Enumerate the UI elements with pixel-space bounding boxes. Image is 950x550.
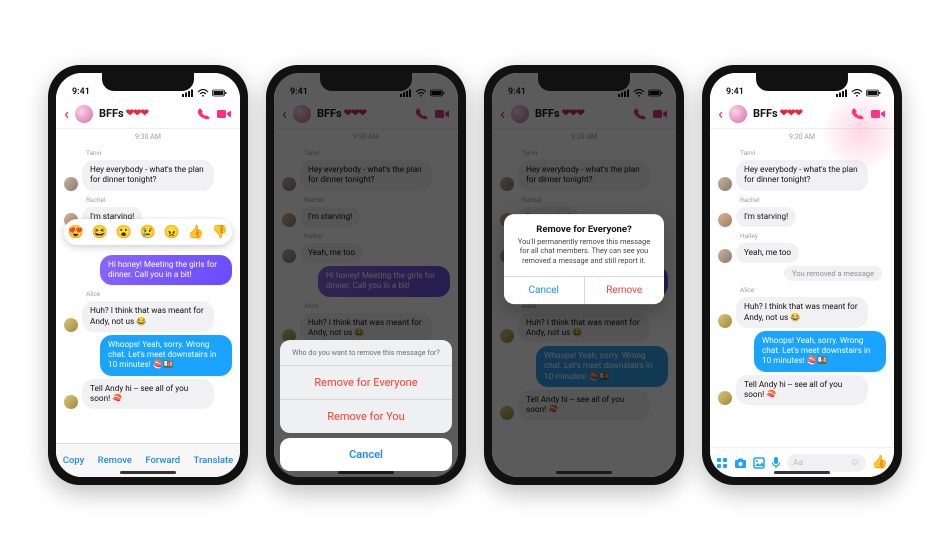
phone-frame-3: 9:41 ‹ BFFs ❤❤❤ 9:30 AM T [484,65,684,485]
chat-header: ‹ BFFs ❤❤❤ [710,99,894,129]
audio-call-button[interactable] [850,107,864,121]
reaction-wow[interactable]: 😮 [116,225,132,240]
message-bubble[interactable]: Yeah, me too [736,243,799,263]
wifi-icon [197,89,209,97]
removed-message-indicator: You removed a message [784,266,882,281]
sender-label: Rachel [86,196,232,204]
avatar[interactable] [718,249,732,263]
context-remove[interactable]: Remove [98,455,132,466]
emoji-icon[interactable]: ☺ [850,457,860,468]
video-call-button[interactable] [870,108,886,120]
screen-1: 9:41 ‹ BFFs ❤❤❤ 9:30 AM [56,73,240,477]
notch [320,73,412,91]
sheet-cancel-button[interactable]: Cancel [280,438,452,471]
avatar[interactable] [718,213,732,227]
composer-apps-icon[interactable] [716,457,728,469]
sender-label: Alice [740,286,886,294]
alert-remove-button[interactable]: Remove [585,277,665,304]
composer-camera-icon[interactable] [734,457,747,469]
phone-frame-2: 9:41 ‹ BFFs ❤❤❤ 9:30 AM T [266,65,466,485]
alert-cancel-button[interactable]: Cancel [504,277,585,304]
chat-header: ‹ BFFs ❤❤❤ [56,99,240,129]
reaction-love[interactable]: 😍 [68,225,84,240]
battery-icon [866,89,882,97]
status-time: 9:41 [726,87,744,97]
notch [756,73,848,91]
chat-title-text: BFFs [99,107,124,120]
message-bubble[interactable]: Tell Andy hi -- see all of you soon! 🍣 [736,375,868,406]
home-indicator[interactable] [120,471,176,474]
sheet-header: Who do you want to remove this message f… [280,340,452,366]
chat-title[interactable]: BFFs ❤❤❤ [99,107,148,120]
reaction-dislike[interactable]: 👎 [212,225,228,240]
timestamp: 9:30 AM [710,129,894,145]
avatar[interactable] [64,395,78,409]
message-bubble[interactable]: Huh? I think that was meant for Andy, no… [736,297,868,328]
sender-label: Alice [86,290,232,298]
message-bubble-own[interactable]: Whoops! Yeah, sorry. Wrong chat. Let's m… [100,335,232,376]
reaction-sad[interactable]: 😢 [140,225,156,240]
sender-label: Hailey [740,232,886,240]
remove-action-sheet: Who do you want to remove this message f… [280,340,452,471]
composer-gallery-icon[interactable] [753,457,765,469]
context-forward[interactable]: Forward [145,455,180,466]
status-time: 9:41 [72,87,90,97]
status-indicators [182,89,228,97]
confirm-remove-alert: Remove for Everyone? You'll permanently … [504,214,664,304]
home-indicator[interactable] [556,471,612,474]
chat-title-text: BFFs [753,107,778,120]
audio-call-button[interactable] [196,107,210,121]
message-bubble[interactable]: Hey everybody - what's the plan for dinn… [82,160,214,191]
avatar[interactable] [718,391,732,405]
thumbs-up-button[interactable]: 👍 [872,455,888,470]
remove-for-everyone-option[interactable]: Remove for Everyone [280,366,452,400]
message-bubble[interactable]: Tell Andy hi -- see all of you soon! 🍣 [82,379,214,410]
reaction-angry[interactable]: 😠 [164,225,180,240]
composer-input[interactable]: Aa ☺ [787,454,866,472]
notch [538,73,630,91]
reaction-picker[interactable]: 😍 😆 😮 😢 😠 👍 👎 [64,219,232,245]
back-button[interactable]: ‹ [64,104,69,123]
remove-for-you-option[interactable]: Remove for You [280,400,452,433]
chat-avatar[interactable] [75,105,93,123]
message-bubble-own[interactable]: Whoops! Yeah, sorry. Wrong chat. Let's m… [754,331,886,372]
avatar[interactable] [718,177,732,191]
context-translate[interactable]: Translate [194,455,234,466]
chat-title[interactable]: BFFs ❤❤❤ [753,107,802,120]
phone-frame-4: 9:41 ‹ BFFs ❤❤❤ 9:30 AM [702,65,902,485]
notch [102,73,194,91]
chat-avatar[interactable] [729,105,747,123]
avatar[interactable] [718,314,732,328]
home-indicator[interactable] [338,471,394,474]
message-list[interactable]: Tanvi Hey everybody - what's the plan fo… [710,145,894,447]
avatar[interactable] [64,177,78,191]
screen-4: 9:41 ‹ BFFs ❤❤❤ 9:30 AM [710,73,894,477]
composer-mic-icon[interactable] [771,456,781,469]
timestamp: 9:30 AM [56,129,240,145]
sender-label: Rachel [740,196,886,204]
status-indicators [836,89,882,97]
sender-label: Tanvi [86,149,232,157]
video-call-button[interactable] [216,108,232,120]
alert-body: You'll permanently remove this message f… [504,237,664,276]
message-bubble-own[interactable]: Hi honey! Meeting the girls for dinner. … [100,255,232,286]
message-bubble[interactable]: Hey everybody - what's the plan for dinn… [736,160,868,191]
message-list[interactable]: Tanvi Hey everybody - what's the plan fo… [56,145,240,477]
battery-icon [212,89,228,97]
avatar[interactable] [64,318,78,332]
reaction-haha[interactable]: 😆 [92,225,108,240]
reaction-like[interactable]: 👍 [188,225,204,240]
alert-title: Remove for Everyone? [504,214,664,237]
hearts-icon: ❤❤❤ [126,108,148,119]
sender-label: Tanvi [740,149,886,157]
phone-frame-1: 9:41 ‹ BFFs ❤❤❤ 9:30 AM [48,65,248,485]
back-button[interactable]: ‹ [718,104,723,123]
message-bubble[interactable]: Huh? I think that was meant for Andy, no… [82,301,214,332]
home-indicator[interactable] [774,471,830,474]
message-bubble[interactable]: I'm starving! [736,207,796,227]
hearts-icon: ❤❤❤ [780,108,802,119]
composer-placeholder: Aa [793,458,846,468]
wifi-icon [851,89,863,97]
context-copy[interactable]: Copy [63,455,85,466]
